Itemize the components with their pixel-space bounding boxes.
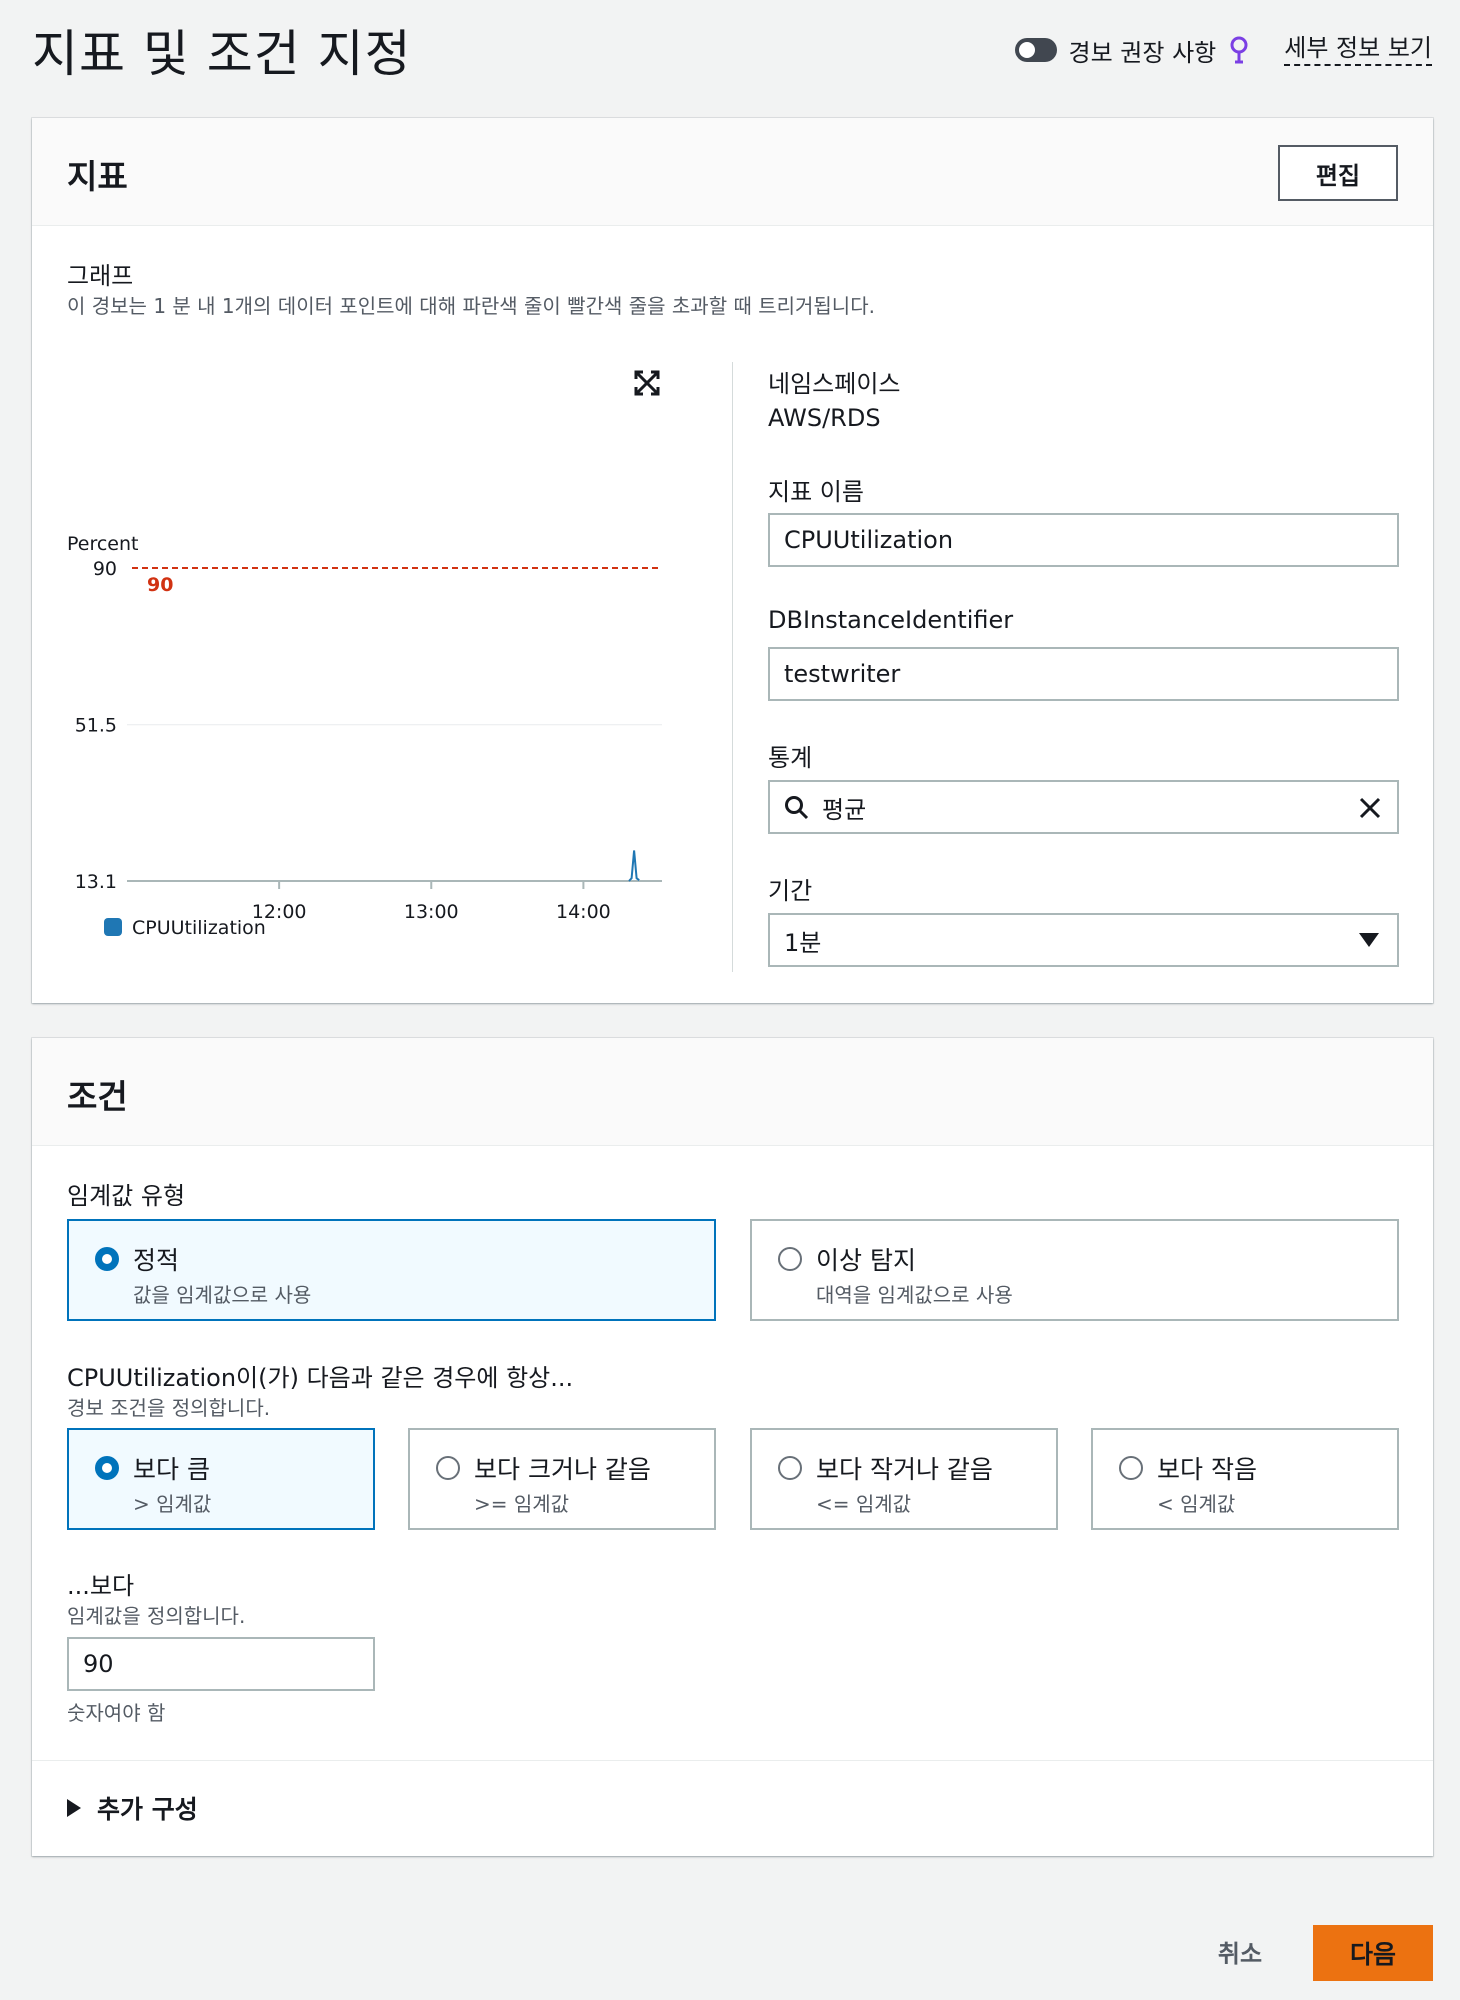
column-divider [732, 362, 733, 972]
static-option-desc: 값을 임계값으로 사용 [133, 1283, 312, 1307]
operator-less-equal-title: 보다 작거나 같음 [816, 1455, 993, 1484]
namespace-value: AWS/RDS [768, 404, 881, 432]
alarm-recommendations-label: 경보 권장 사항 [1068, 38, 1217, 67]
expand-icon[interactable] [634, 370, 660, 396]
legend-label: CPUUtilization [132, 917, 266, 939]
info-link[interactable]: 세부 정보 보기 [1284, 34, 1432, 66]
dimension-field[interactable]: testwriter [768, 647, 1399, 701]
threshold-type-static-option[interactable]: 정적 값을 임계값으로 사용 [67, 1219, 716, 1321]
caret-right-icon [67, 1799, 81, 1817]
static-option-title: 정적 [133, 1246, 180, 1275]
threshold-hint: 숫자여야 함 [67, 1701, 166, 1725]
operator-greater-equal-title: 보다 크거나 같음 [474, 1455, 651, 1484]
additional-config-toggle[interactable]: 추가 구성 [67, 1790, 198, 1826]
alarm-recommendations-toggle[interactable] [1014, 38, 1057, 62]
operator-less-equal-radio[interactable] [778, 1456, 802, 1480]
conditions-card-header: 조건 [32, 1038, 1433, 1146]
metric-card-header: 지표 편집 [32, 118, 1433, 226]
additional-config-divider [32, 1760, 1433, 1761]
cancel-button[interactable]: 취소 [1200, 1928, 1280, 1974]
operator-greater-desc: > 임계값 [133, 1492, 212, 1516]
lightbulb-icon [1230, 36, 1248, 64]
page-title: 지표 및 조건 지정 [32, 25, 412, 83]
edit-button[interactable]: 편집 [1278, 145, 1398, 201]
statistic-label: 통계 [768, 744, 813, 772]
metric-name-label: 지표 이름 [768, 478, 864, 506]
statistic-select[interactable]: 평균 [768, 780, 1399, 834]
statistic-value: 평균 [822, 795, 867, 824]
page-header-actions: 경보 권장 사항 세부 정보 보기 [1014, 30, 1432, 70]
operator-less-desc: < 임계값 [1157, 1492, 1236, 1516]
y-axis-label: Percent [67, 533, 139, 555]
x-tick-label: 13:00 [404, 901, 459, 923]
conditions-card-title: 조건 [67, 1077, 128, 1116]
clear-icon[interactable] [1359, 797, 1381, 819]
than-label: ...보다 [67, 1572, 135, 1600]
y-tick-label: 13.1 [75, 871, 117, 893]
operator-greater-title: 보다 큼 [133, 1455, 210, 1484]
dimension-label: DBInstanceIdentifier [768, 606, 1014, 634]
whenever-label: CPUUtilization이(가) 다음과 같은 경우에 항상... [67, 1364, 574, 1392]
static-radio[interactable] [95, 1247, 119, 1271]
next-button[interactable]: 다음 [1313, 1925, 1433, 1981]
series-line-cpuutilization [628, 850, 640, 882]
namespace-label: 네임스페이스 [768, 370, 901, 398]
graph-label: 그래프 [67, 262, 134, 290]
than-desc: 임계값을 정의합니다. [67, 1604, 246, 1628]
operator-greater-equal-option[interactable]: 보다 크거나 같음 >= 임계값 [408, 1428, 716, 1530]
conditions-card: 조건 임계값 유형 정적 값을 임계값으로 사용 이상 탐지 대역을 임계값으로… [32, 1038, 1433, 1856]
caret-down-icon [1359, 933, 1379, 947]
search-icon [785, 796, 809, 820]
period-value: 1분 [784, 928, 822, 957]
threshold-type-anomaly-option[interactable]: 이상 탐지 대역을 임계값으로 사용 [750, 1219, 1399, 1321]
anomaly-option-desc: 대역을 임계값으로 사용 [816, 1283, 1013, 1307]
additional-config-label: 추가 구성 [97, 1795, 198, 1824]
operator-less-option[interactable]: 보다 작음 < 임계값 [1091, 1428, 1399, 1530]
y-tick-label: 90 [93, 558, 117, 580]
threshold-value-input[interactable]: 90 [67, 1637, 375, 1691]
metric-card-title: 지표 [67, 157, 128, 196]
legend-swatch [104, 918, 122, 936]
threshold-type-label: 임계값 유형 [67, 1182, 186, 1210]
operator-greater-option[interactable]: 보다 큼 > 임계값 [67, 1428, 375, 1530]
anomaly-option-title: 이상 탐지 [816, 1246, 916, 1275]
period-label: 기간 [768, 877, 813, 905]
x-tick-label: 14:00 [556, 901, 611, 923]
anomaly-radio[interactable] [778, 1247, 802, 1271]
operator-less-equal-desc: <= 임계값 [816, 1492, 912, 1516]
threshold-label: 90 [147, 574, 173, 596]
metric-name-field[interactable]: CPUUtilization [768, 513, 1399, 567]
whenever-desc: 경보 조건을 정의합니다. [67, 1396, 271, 1420]
operator-greater-equal-radio[interactable] [436, 1456, 460, 1480]
metric-card: 지표 편집 그래프 이 경보는 1 분 내 1개의 데이터 포인트에 대해 파란… [32, 118, 1433, 1003]
period-select[interactable]: 1분 [768, 913, 1399, 967]
graph-description: 이 경보는 1 분 내 1개의 데이터 포인트에 대해 파란색 줄이 빨간색 줄… [67, 294, 875, 318]
operator-greater-equal-desc: >= 임계값 [474, 1492, 570, 1516]
operator-less-title: 보다 작음 [1157, 1455, 1257, 1484]
cpu-utilization-chart: Percent9051.513.112:00 13:00 14:0090CPUUti… [67, 533, 662, 939]
operator-greater-radio[interactable] [95, 1456, 119, 1480]
operator-less-radio[interactable] [1119, 1456, 1143, 1480]
operator-less-equal-option[interactable]: 보다 작거나 같음 <= 임계값 [750, 1428, 1058, 1530]
y-tick-label: 51.5 [75, 715, 117, 737]
